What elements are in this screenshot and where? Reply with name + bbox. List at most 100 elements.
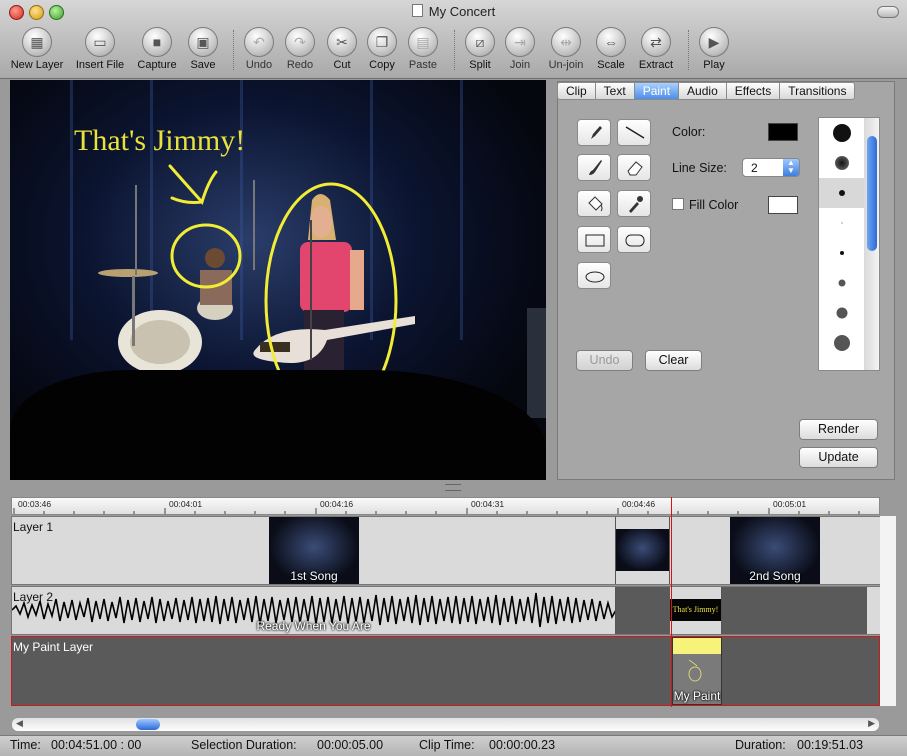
paint-bucket-icon	[588, 196, 603, 212]
time-value: 00:04:51.00 : 00	[51, 738, 142, 752]
ellipse-icon	[585, 271, 605, 283]
scroll-right-arrow-icon[interactable]: ▶	[868, 718, 875, 729]
ellipse-tool[interactable]	[577, 262, 611, 289]
brush-size-list[interactable]	[818, 117, 880, 371]
eyedropper-tool[interactable]	[617, 190, 651, 217]
brush-dot-icon	[834, 335, 850, 351]
brush-size-item[interactable]	[819, 148, 865, 178]
clip-time-label: Clip Time:	[419, 738, 475, 752]
tab-transitions[interactable]: Transitions	[780, 82, 856, 100]
audio-clip[interactable]: Ready When You Are	[12, 587, 616, 634]
tab-paint[interactable]: Paint	[634, 82, 680, 100]
paint-undo-button[interactable]: Undo	[576, 350, 633, 371]
selection-duration-label: Selection Duration:	[191, 738, 297, 752]
line-size-label: Line Size:	[672, 161, 727, 175]
pencil-tool[interactable]	[577, 119, 611, 146]
brush-size-item[interactable]	[819, 238, 865, 268]
video-preview[interactable]: That's Jimmy!	[10, 80, 546, 480]
timeline-ruler[interactable]: 00:03:46 00:04:01 00:04:16 00:04:31 00:0…	[11, 497, 880, 515]
brush-dot-icon	[840, 251, 844, 255]
brush-size-item[interactable]	[819, 268, 865, 298]
inspector-tabs: Clip Text Paint Audio Effects Transition…	[557, 82, 856, 100]
paste-button[interactable]: ▤ Paste	[393, 27, 453, 71]
clip-time-value: 00:00:00.23	[489, 738, 556, 752]
update-button[interactable]: Update	[799, 447, 878, 468]
status-bar: Time: 00:04:51.00 : 00 Selection Duratio…	[0, 735, 907, 756]
paint-clip[interactable]: My Paint	[672, 637, 722, 705]
scroll-left-arrow-icon[interactable]: ◀	[16, 718, 23, 729]
line-icon	[625, 126, 645, 139]
playhead[interactable]	[671, 497, 672, 707]
title-toolbar: My Concert ▦ New Layer ▭ Insert File ■ Capt…	[0, 0, 907, 79]
rounded-rectangle-icon	[625, 234, 645, 247]
video-clip[interactable]: 1st Song	[12, 517, 616, 584]
scale-icon: ⇔	[596, 27, 626, 57]
text-clip-caption: That's Jimmy!	[672, 605, 719, 614]
clip-caption: My Paint	[673, 689, 721, 703]
brush-size-item[interactable]	[819, 328, 865, 358]
line-size-stepper[interactable]: 2 ▲ ▼	[742, 158, 800, 177]
paste-icon: ▤	[408, 27, 438, 57]
clip-caption: Ready When You Are	[256, 619, 371, 633]
brush-icon	[589, 160, 602, 175]
window-title: My Concert	[0, 4, 907, 19]
video-clip[interactable]	[616, 517, 670, 584]
video-clip[interactable]: 2nd Song	[670, 517, 881, 584]
brush-dot-icon	[838, 279, 846, 287]
clear-button[interactable]: Clear	[645, 350, 702, 371]
brush-size-item[interactable]	[819, 178, 865, 208]
track-layer-1[interactable]: 1st Song 2nd Song Layer 1	[11, 516, 881, 585]
fill-color-well[interactable]	[768, 196, 798, 214]
brush-size-item[interactable]	[819, 118, 865, 148]
ruler-tick-label: 00:04:46	[622, 499, 656, 509]
scroll-thumb[interactable]	[867, 136, 877, 251]
brush-dot-icon	[836, 307, 848, 319]
ruler-ticks	[13, 508, 860, 514]
text-clip[interactable]	[867, 587, 881, 634]
eraser-tool[interactable]	[617, 154, 651, 181]
brush-list-scrollbar[interactable]	[864, 118, 879, 370]
extract-button[interactable]: ⇄ Extract	[626, 27, 686, 71]
document-icon	[411, 4, 423, 17]
selection-duration-value: 00:00:05.00	[317, 738, 384, 752]
ruler-tick-label: 00:03:46	[18, 499, 52, 509]
duration-value: 00:19:51.03	[797, 738, 864, 752]
track-paint-layer[interactable]: My Paint My Paint Layer	[11, 636, 880, 706]
brush-size-item[interactable]	[819, 358, 865, 370]
rounded-rectangle-tool[interactable]	[617, 226, 651, 253]
fill-color-checkbox[interactable]	[672, 198, 684, 210]
save-icon: ▣	[188, 27, 218, 57]
tab-clip[interactable]: Clip	[557, 82, 596, 100]
eyedropper-icon	[629, 196, 643, 213]
tab-effects[interactable]: Effects	[726, 82, 781, 100]
timeline-right-gutter	[880, 516, 896, 706]
tab-text[interactable]: Text	[595, 82, 635, 100]
clip-caption: 1st Song	[290, 569, 338, 583]
timeline-scrollbar[interactable]: ◀ ▶	[11, 717, 880, 732]
brush-tool[interactable]	[577, 154, 611, 181]
duration-label: Duration:	[735, 738, 786, 752]
brush-size-item[interactable]	[819, 208, 865, 238]
new-layer-button[interactable]: ▦ New Layer	[7, 27, 67, 71]
play-button[interactable]: ▶ Play	[684, 27, 744, 71]
line-tool[interactable]	[617, 119, 651, 146]
save-button[interactable]: ▣ Save	[173, 27, 233, 71]
track-layer-2[interactable]: Ready When You Are That's Jimmy! Layer 2	[11, 586, 881, 635]
tab-audio[interactable]: Audio	[679, 82, 727, 100]
split-view-handle[interactable]	[445, 484, 461, 491]
stroke-color-well[interactable]	[768, 123, 798, 141]
brush-dot-icon	[839, 190, 845, 196]
track-label: Layer 2	[13, 590, 54, 604]
paint-bucket-tool[interactable]	[577, 190, 611, 217]
join-icon: ⇥	[505, 27, 535, 57]
scroll-thumb[interactable]	[136, 719, 160, 730]
camera-icon: ■	[142, 27, 172, 57]
render-button[interactable]: Render	[799, 419, 878, 440]
text-clip[interactable]: That's Jimmy!	[670, 587, 722, 634]
rectangle-tool[interactable]	[577, 226, 611, 253]
stepper-arrows-icon[interactable]: ▲ ▼	[783, 159, 799, 176]
ruler-tick-label: 00:04:01	[169, 499, 203, 509]
insert-file-button[interactable]: ▭ Insert File	[70, 27, 130, 71]
brush-size-item[interactable]	[819, 298, 865, 328]
track-label: Layer 1	[13, 520, 54, 534]
